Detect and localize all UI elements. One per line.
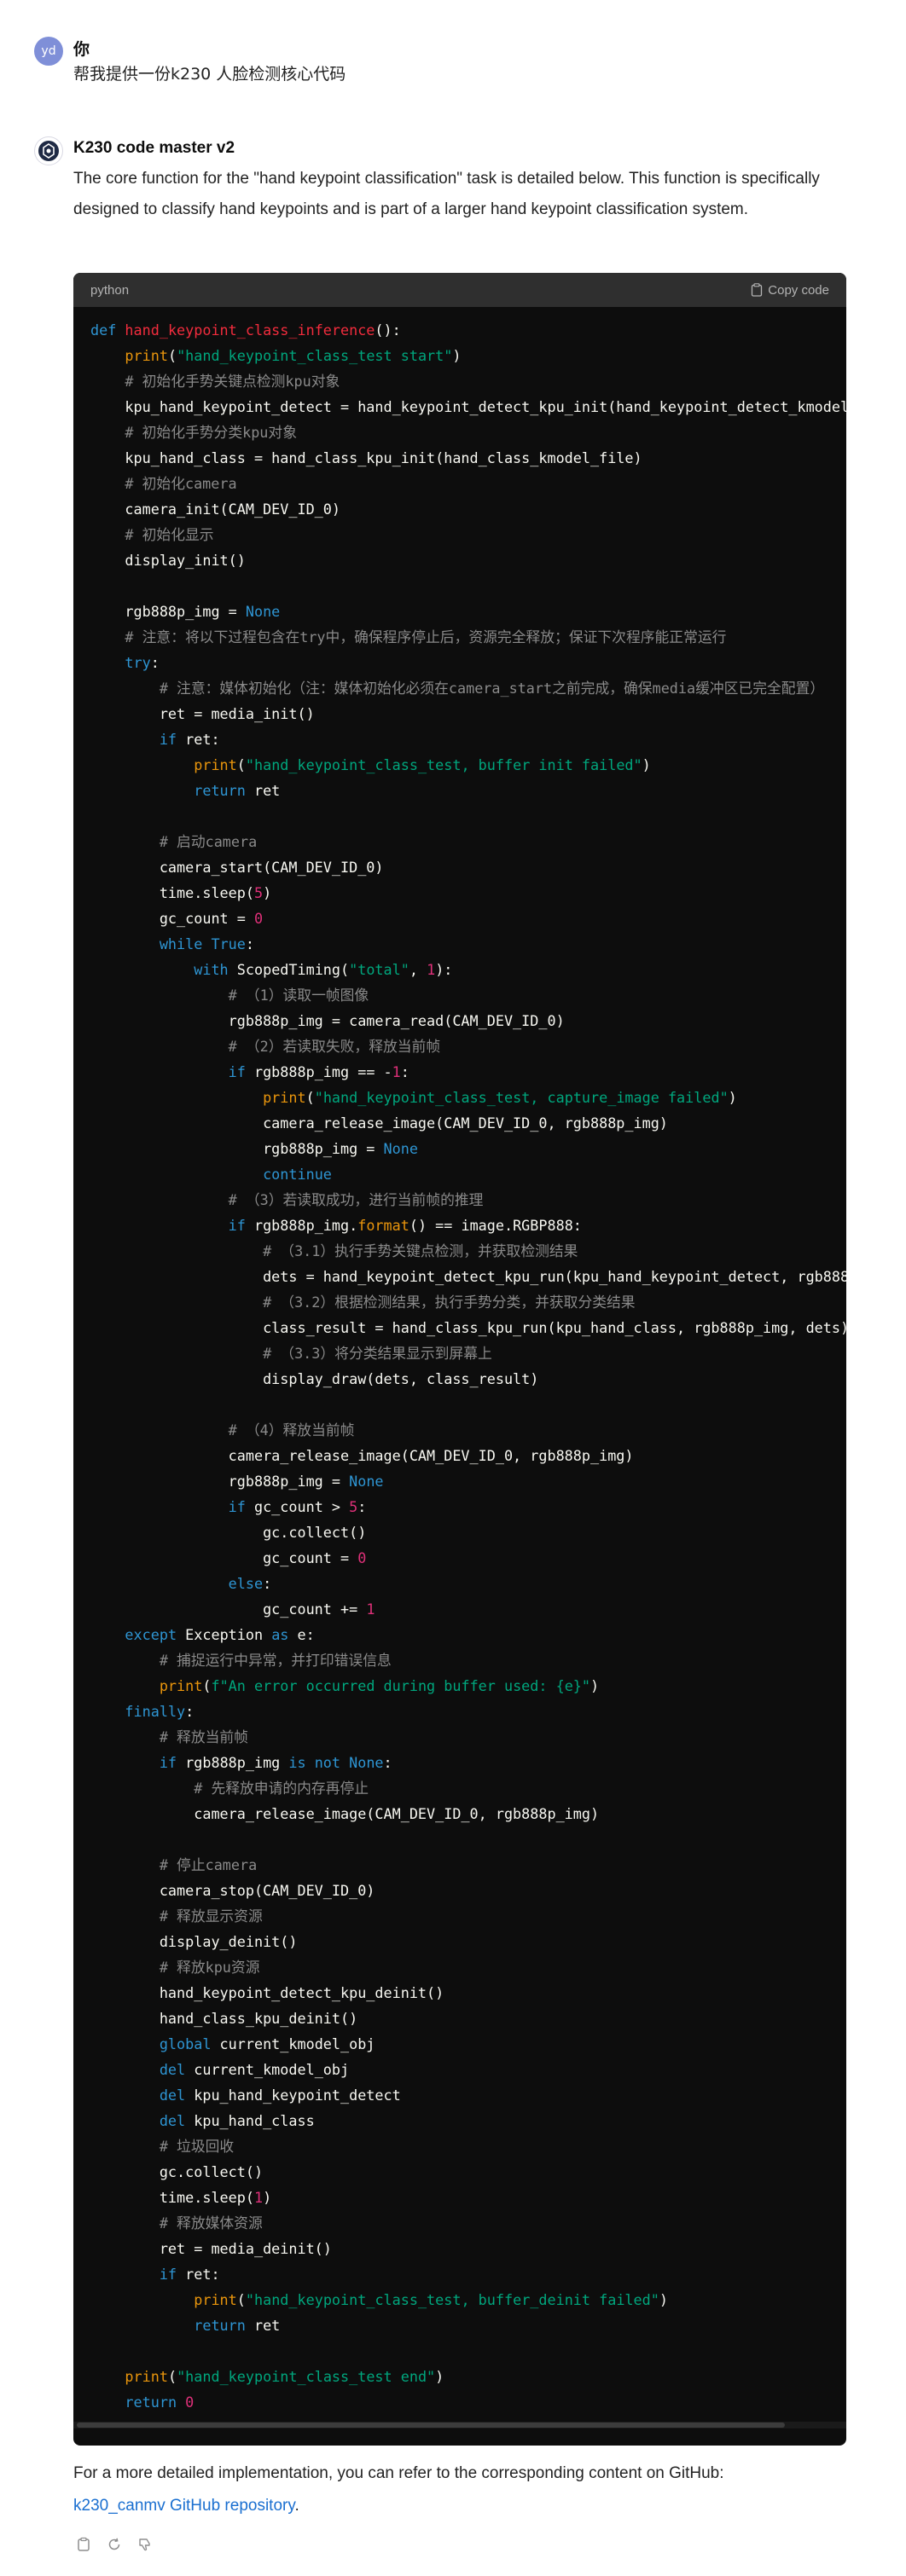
code-block: python Copy code def hand_keypoint_class…: [73, 273, 846, 2446]
scrollbar-thumb[interactable]: [77, 2423, 785, 2428]
user-avatar: yd: [34, 37, 63, 66]
regenerate-icon: [108, 2538, 120, 2550]
code-language-label: python: [90, 282, 130, 298]
message-actions: [73, 2534, 155, 2555]
assistant-author-name: K230 code master v2: [73, 139, 235, 157]
code-content[interactable]: def hand_keypoint_class_inference(): pri…: [73, 307, 846, 2428]
copy-message-button[interactable]: [73, 2534, 94, 2555]
code-block-header: python Copy code: [73, 273, 846, 307]
assistant-avatar: [34, 136, 63, 165]
clipboard-icon: [752, 283, 763, 297]
assistant-intro-text: The core function for the "hand keypoint…: [73, 170, 820, 218]
user-avatar-initials: yd: [41, 44, 56, 58]
assistant-footer-text: For a more detailed implementation, you …: [73, 2464, 724, 2482]
user-message: 帮我提供一份k230 人脸检测核心代码: [73, 65, 346, 84]
user-author-name: 你: [73, 41, 90, 59]
assistant-logo-icon: [38, 141, 59, 161]
footer-period: .: [294, 2497, 299, 2515]
python-code: def hand_keypoint_class_inference(): pri…: [90, 321, 846, 2411]
copy-icon: [78, 2537, 90, 2551]
regenerate-button[interactable]: [104, 2534, 125, 2555]
code-horizontal-scrollbar[interactable]: [73, 2422, 846, 2428]
copy-code-label: Copy code: [768, 282, 829, 298]
thumbs-down-button[interactable]: [135, 2534, 155, 2555]
footer-link-line: k230_canmv GitHub repository.: [73, 2497, 299, 2515]
github-repo-link[interactable]: k230_canmv GitHub repository: [73, 2497, 294, 2515]
thumbs-down-icon: [139, 2538, 150, 2551]
copy-code-button[interactable]: Copy code: [751, 283, 829, 298]
